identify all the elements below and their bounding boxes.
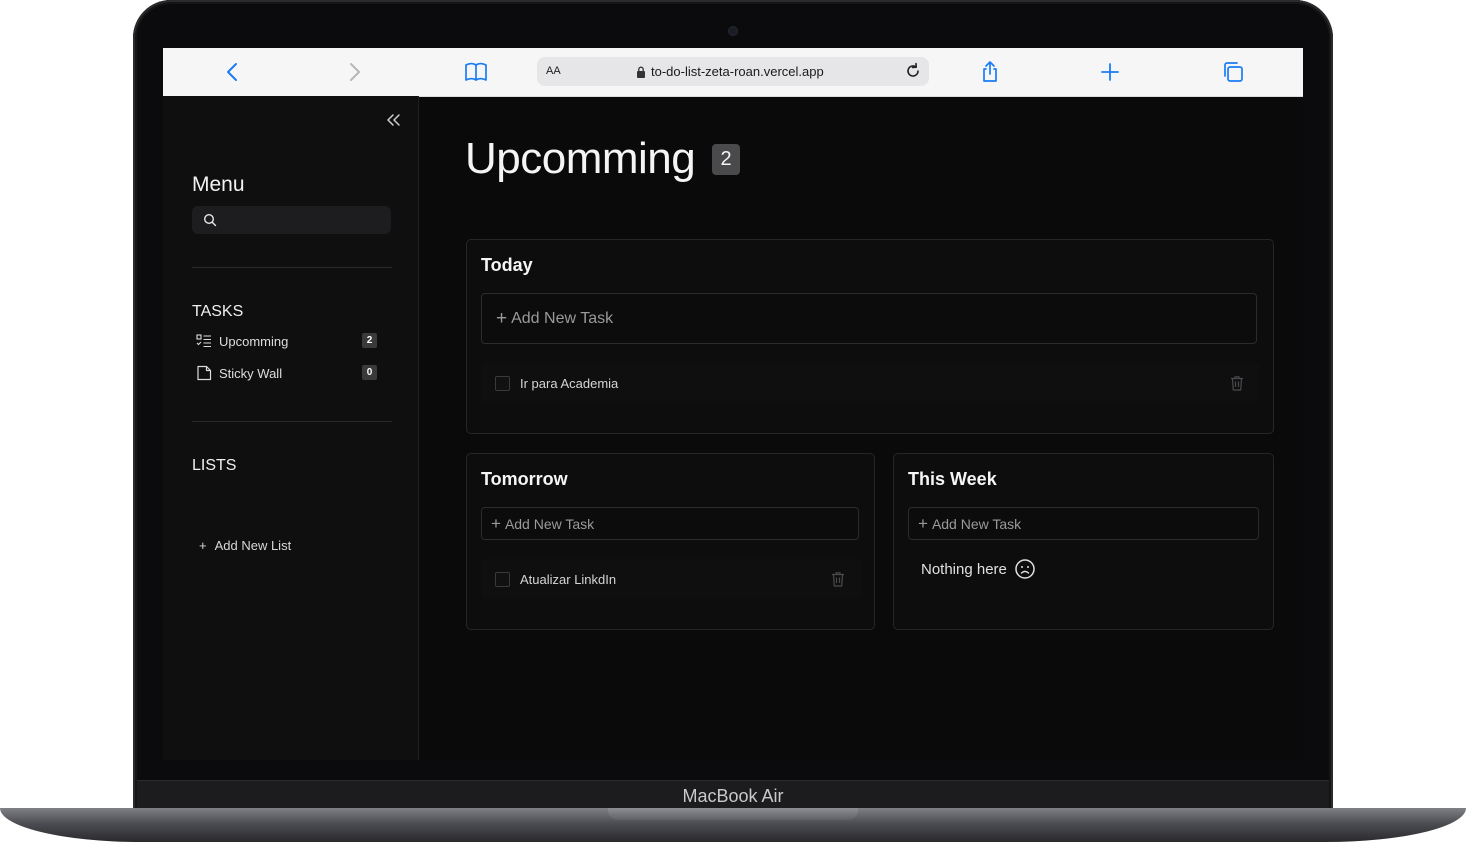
chevrons-left-icon[interactable] <box>385 111 403 129</box>
page-title: Upcomming <box>465 134 696 183</box>
text-size-button[interactable]: AA <box>546 65 561 77</box>
sidebar-item-sticky-wall[interactable]: Sticky Wall 0 <box>192 362 380 384</box>
trash-icon[interactable] <box>1228 374 1246 392</box>
back-button[interactable] <box>221 60 245 84</box>
divider <box>192 267 392 268</box>
add-task-label: Add New Task <box>931 515 1022 532</box>
chevron-left-icon <box>227 63 237 81</box>
sticky-note-icon <box>197 365 212 381</box>
count-badge: 0 <box>362 365 377 380</box>
tomorrow-card: Tomorrow + Add New Task Atualizar LinkdI… <box>466 453 875 630</box>
today-card: Today + Add New Task Ir para Academia <box>466 239 1274 434</box>
address-bar[interactable]: AA to-do-list-zeta-roan.vercel.app <box>537 57 929 86</box>
sad-face-icon <box>1015 559 1035 579</box>
book-icon <box>465 62 487 81</box>
new-tab-button[interactable] <box>1098 60 1122 84</box>
share-button[interactable] <box>978 60 1002 84</box>
divider <box>192 421 392 422</box>
sidebar: Menu TASKS Upcomming 2 Sticky Wall 0 LIS… <box>163 96 419 760</box>
url-text: to-do-list-zeta-roan.vercel.app <box>651 64 824 79</box>
screen: AA to-do-list-zeta-roan.vercel.app Menu … <box>163 48 1303 760</box>
plus-icon: + <box>199 538 207 553</box>
task-checkbox[interactable] <box>495 572 510 587</box>
browser-toolbar: AA to-do-list-zeta-roan.vercel.app <box>163 48 1303 97</box>
card-title: Today <box>481 255 533 275</box>
empty-state: Nothing here <box>921 558 1036 580</box>
add-new-list-button[interactable]: + Add New List <box>199 538 291 553</box>
webcam <box>729 27 737 35</box>
reload-icon[interactable] <box>903 61 923 81</box>
task-label: Atualizar LinkdIn <box>520 572 617 587</box>
add-task-button[interactable]: + Add New Task <box>908 507 1259 540</box>
trash-icon[interactable] <box>829 570 847 588</box>
task-label: Ir para Academia <box>520 376 619 391</box>
tabs-icon <box>1224 62 1243 82</box>
add-task-label: Add New Task <box>504 515 595 532</box>
forward-button[interactable] <box>342 60 366 84</box>
this-week-card: This Week + Add New Task Nothing here <box>893 453 1274 630</box>
share-icon <box>983 61 997 82</box>
url-display[interactable]: to-do-list-zeta-roan.vercel.app <box>636 64 824 79</box>
tasks-section-title: TASKS <box>192 303 244 320</box>
card-title: This Week <box>908 469 997 489</box>
sidebar-item-label: Upcomming <box>219 333 289 349</box>
plus-icon: + <box>496 307 508 329</box>
bookmarks-button[interactable] <box>464 60 488 84</box>
plus-icon <box>1101 63 1119 81</box>
task-row[interactable]: Ir para Academia <box>481 363 1259 403</box>
laptop-notch <box>608 808 858 820</box>
empty-message: Nothing here <box>921 560 1007 578</box>
lock-icon <box>637 66 645 78</box>
chevron-right-icon <box>350 63 360 81</box>
menu-title: Menu <box>192 173 245 196</box>
card-title: Tomorrow <box>481 469 568 489</box>
task-row[interactable]: Atualizar LinkdIn <box>481 559 861 599</box>
sidebar-item-upcomming[interactable]: Upcomming 2 <box>192 330 380 352</box>
plus-icon: + <box>491 513 501 533</box>
search-input[interactable] <box>224 210 388 232</box>
model-label: MacBook Air <box>682 786 784 806</box>
add-new-list-label: Add New List <box>214 538 292 553</box>
add-task-label: Add New Task <box>511 309 614 327</box>
lists-section-title: LISTS <box>192 457 237 474</box>
sidebar-item-label: Sticky Wall <box>219 365 283 381</box>
count-badge: 2 <box>362 333 377 348</box>
search-box[interactable] <box>192 206 391 234</box>
task-checkbox[interactable] <box>495 376 510 391</box>
tabs-overview-button[interactable] <box>1221 60 1245 84</box>
search-icon <box>203 213 217 227</box>
plus-icon: + <box>918 513 928 533</box>
add-task-button[interactable]: + Add New Task <box>481 293 1257 344</box>
add-task-button[interactable]: + Add New Task <box>481 507 859 540</box>
title-count-badge: 2 <box>712 144 740 175</box>
list-todo-icon <box>196 334 211 348</box>
